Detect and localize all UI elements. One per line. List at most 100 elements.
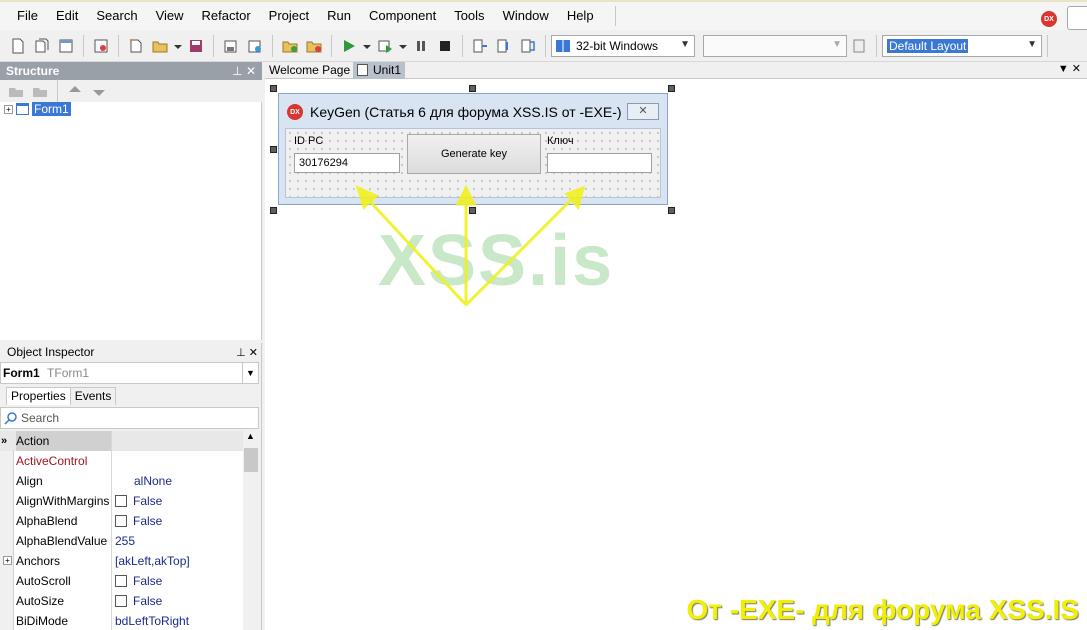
chevron-down-icon[interactable]: ▼ [242, 363, 258, 383]
trace-into-icon[interactable] [469, 35, 491, 57]
stop-icon[interactable] [434, 35, 456, 57]
tab-events[interactable]: Events [70, 387, 117, 405]
resize-handle[interactable] [469, 85, 476, 92]
property-row[interactable]: AlphaBlend False [0, 511, 243, 531]
pin-close-icon[interactable]: ⊥ ✕ [232, 62, 256, 80]
dropdown-arrow-icon[interactable] [173, 35, 183, 57]
close-icon[interactable]: ✕ [627, 103, 659, 120]
menu-run[interactable]: Run [318, 3, 360, 29]
scroll-up-icon[interactable]: ▲ [246, 431, 255, 441]
run-to-cursor-icon[interactable] [517, 35, 539, 57]
property-row[interactable]: Align alNone [0, 471, 243, 491]
checkbox[interactable] [115, 495, 127, 507]
resize-handle[interactable] [270, 85, 277, 92]
run-dropdown-icon[interactable] [362, 35, 372, 57]
menu-window[interactable]: Window [494, 3, 558, 29]
save-all-icon[interactable] [220, 35, 242, 57]
key-edit[interactable] [547, 153, 652, 173]
ide-search-box[interactable] [1067, 6, 1087, 30]
tab-properties[interactable]: Properties [6, 387, 71, 405]
property-row[interactable]: AutoScroll False [0, 571, 243, 591]
menu-refactor[interactable]: Refactor [193, 3, 260, 29]
tab-unit1[interactable]: Unit1 [353, 62, 406, 79]
desktop-layout-select[interactable]: Default Layout ▼ [882, 34, 1042, 57]
resize-handle[interactable] [668, 85, 675, 92]
toolbar-separator [545, 34, 546, 57]
open-file-icon[interactable] [244, 35, 266, 57]
menu-search[interactable]: Search [87, 3, 146, 29]
run-icon[interactable] [338, 35, 360, 57]
property-row[interactable]: AlignWithMargins False [0, 491, 243, 511]
tree-item-form1[interactable]: + Form1 [4, 102, 71, 116]
vertical-scrollbar[interactable]: ▲ [243, 431, 259, 630]
menu-file[interactable]: File [8, 3, 47, 29]
pause-icon[interactable] [410, 35, 432, 57]
run-options-dropdown-icon[interactable] [398, 35, 408, 57]
designer-form[interactable]: DX KeyGen (Статья 6 для форума XSS.IS от… [278, 93, 668, 205]
menu-project[interactable]: Project [260, 3, 318, 29]
build-config-select[interactable]: ▼ [703, 34, 847, 57]
chevron-down-icon: ▼ [680, 38, 690, 50]
new-file-icon[interactable] [7, 35, 29, 57]
expand-icon[interactable]: + [3, 556, 12, 565]
property-row[interactable]: + Anchors [akLeft,akTop] [0, 551, 243, 571]
desktop-layout-value: Default Layout [887, 38, 969, 53]
property-row[interactable]: AutoSize False [0, 591, 243, 611]
scrollbar-thumb[interactable] [244, 448, 258, 472]
generate-key-button[interactable]: Generate key [407, 134, 541, 174]
pin-close-icon[interactable]: ⊥ ✕ [236, 344, 258, 362]
move-down-icon[interactable] [88, 80, 110, 102]
menu-edit[interactable]: Edit [47, 3, 87, 29]
tab-welcome-page[interactable]: Welcome Page [265, 62, 354, 79]
property-value[interactable]: bdLeftToRight [115, 611, 189, 630]
new-items-icon[interactable] [31, 35, 53, 57]
tree-expand-icon[interactable]: + [4, 104, 13, 114]
property-value[interactable]: 255 [115, 531, 135, 551]
column-divider[interactable] [111, 431, 112, 630]
object-selector[interactable]: Form1 TForm1 ▼ [0, 362, 259, 384]
step-over-icon[interactable] [493, 35, 515, 57]
menu-component[interactable]: Component [360, 3, 445, 29]
expand-all-icon[interactable] [29, 80, 51, 102]
resize-handle[interactable] [270, 146, 277, 153]
move-up-icon[interactable] [64, 80, 86, 102]
new-form-icon[interactable] [55, 35, 77, 57]
add-to-project-icon[interactable] [279, 35, 301, 57]
remove-from-project-icon[interactable] [303, 35, 325, 57]
new-project-icon[interactable] [125, 35, 147, 57]
tab-close-icon[interactable]: ▼ ✕ [1058, 62, 1081, 75]
collapse-all-icon[interactable] [5, 80, 27, 102]
config-manager-icon[interactable] [848, 35, 870, 57]
property-search-input[interactable]: Search [0, 407, 259, 429]
dx-logo-icon: DX [1041, 11, 1057, 27]
checkbox[interactable] [115, 595, 127, 607]
property-row[interactable]: ActiveControl [0, 451, 243, 471]
property-value[interactable]: False [115, 511, 162, 531]
run-without-debug-icon[interactable] [374, 35, 396, 57]
property-row[interactable]: » Action [0, 431, 243, 451]
open-folder-icon[interactable] [149, 35, 171, 57]
save-icon[interactable] [185, 35, 207, 57]
menu-separator [614, 6, 616, 26]
property-row[interactable]: BiDiMode bdLeftToRight [0, 611, 243, 630]
open-project-icon[interactable] [90, 35, 112, 57]
menu-view[interactable]: View [147, 3, 193, 29]
id-pc-edit[interactable]: 30176294 [294, 153, 400, 173]
form-caption-text: KeyGen (Статья 6 для форума XSS.IS от -E… [310, 104, 622, 120]
property-value[interactable]: False [115, 491, 162, 511]
form-client-area[interactable]: ID PC 30176294 Generate key Ключ [285, 128, 661, 198]
toolbar-separator [213, 34, 214, 57]
resize-handle[interactable] [469, 207, 476, 214]
property-value[interactable]: False [115, 591, 162, 611]
menu-tools[interactable]: Tools [445, 3, 493, 29]
property-row[interactable]: AlphaBlendValue 255 [0, 531, 243, 551]
property-value[interactable]: alNone [134, 471, 172, 491]
resize-handle[interactable] [668, 207, 675, 214]
target-platform-select[interactable]: 32-bit Windows ▼ [551, 34, 695, 57]
property-value[interactable]: False [115, 571, 162, 591]
checkbox[interactable] [115, 515, 127, 527]
menu-help[interactable]: Help [558, 3, 603, 29]
resize-handle[interactable] [270, 207, 277, 214]
property-value[interactable]: [akLeft,akTop] [115, 551, 190, 571]
checkbox[interactable] [115, 575, 127, 587]
